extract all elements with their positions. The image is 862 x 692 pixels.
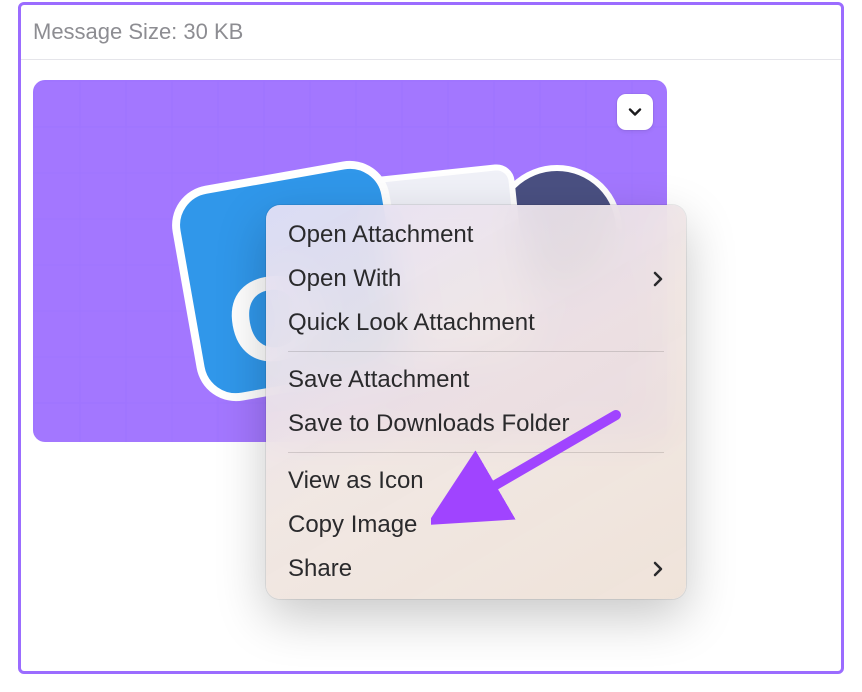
menu-item-open-with[interactable]: Open With [266,257,686,301]
menu-item-view-as-icon[interactable]: View as Icon [266,459,686,503]
menu-separator [288,351,664,352]
chevron-right-icon [652,270,664,288]
menu-item-copy-image[interactable]: Copy Image [266,503,686,547]
menu-item-label: Save Attachment [288,366,469,394]
menu-separator [288,452,664,453]
menu-item-quick-look[interactable]: Quick Look Attachment [266,301,686,345]
attachment-context-menu: Open Attachment Open With Quick Look Att… [266,205,686,599]
menu-item-share[interactable]: Share [266,547,686,591]
menu-item-save-downloads[interactable]: Save to Downloads Folder [266,402,686,446]
menu-item-label: Copy Image [288,511,417,539]
menu-item-label: Quick Look Attachment [288,309,535,337]
menu-item-save-attachment[interactable]: Save Attachment [266,358,686,402]
menu-item-label: View as Icon [288,467,424,495]
window-frame: Message Size: 30 KB O Open Attachment Op… [18,2,844,674]
menu-item-open-attachment[interactable]: Open Attachment [266,213,686,257]
attachment-menu-button[interactable] [617,94,653,130]
menu-item-label: Save to Downloads Folder [288,410,569,438]
chevron-right-icon [652,560,664,578]
menu-item-label: Share [288,555,352,583]
menu-item-label: Open With [288,265,401,293]
menu-item-label: Open Attachment [288,221,473,249]
message-size-label: Message Size: 30 KB [21,5,841,60]
chevron-down-icon [627,104,643,120]
